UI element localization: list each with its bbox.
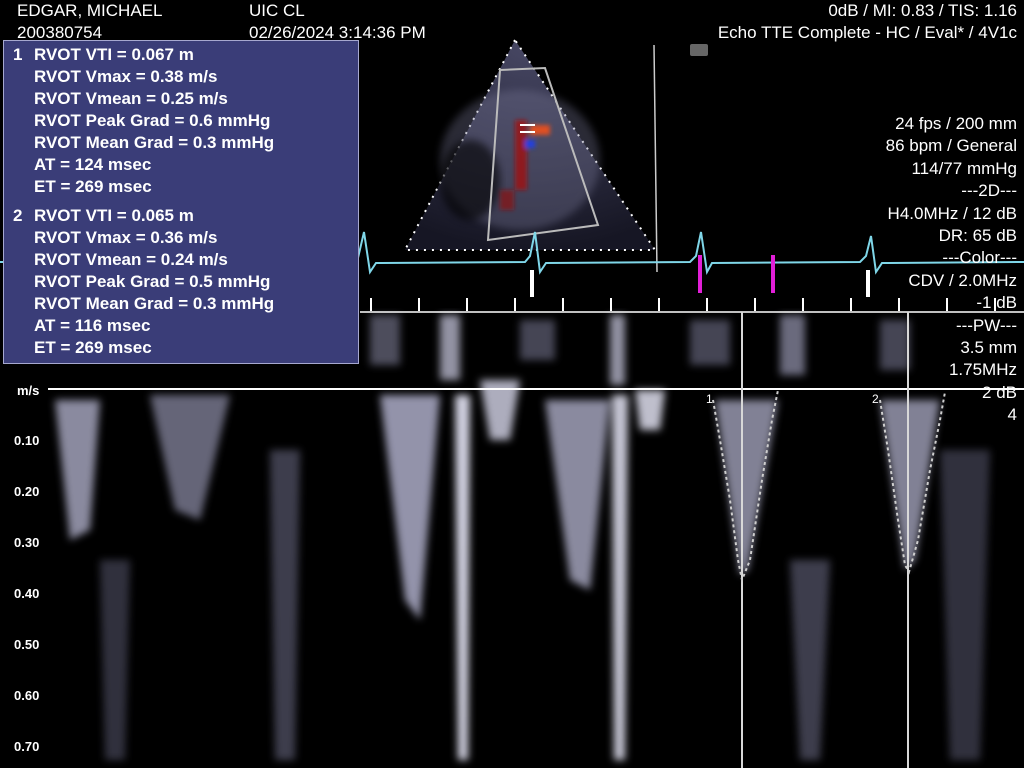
- param-2d-freq-gain: H4.0MHz / 12 dB: [887, 203, 1017, 223]
- velocity-tick: 0.10: [14, 433, 40, 448]
- velocity-tick: 0.40: [14, 586, 40, 601]
- m2-mean-grad: RVOT Mean Grad = 0.3 mmHg: [34, 294, 275, 313]
- spectral-waveforms: [55, 380, 990, 760]
- m1-vmean: RVOT Vmean = 0.25 m/s: [34, 89, 228, 108]
- m2-et: ET = 269 msec: [34, 338, 152, 357]
- m2-at: AT = 116 msec: [34, 316, 151, 335]
- param-pw-filter: 4: [1007, 405, 1017, 425]
- param-pw-gain: 2 dB: [982, 382, 1017, 402]
- m1-at: AT = 124 msec: [34, 155, 152, 174]
- imaging-parameters: 24 fps / 200 mm 86 bpm / General 114/77 …: [886, 113, 1017, 427]
- m1-mean-grad: RVOT Mean Grad = 0.3 mmHg: [34, 133, 275, 152]
- upper-doppler-strip: [370, 315, 910, 385]
- param-color-gain: -1 dB: [976, 293, 1017, 313]
- velocity-unit: m/s: [17, 383, 40, 398]
- trace-label-1: 1: [706, 392, 713, 406]
- velocity-tick: 0.70: [14, 739, 40, 754]
- m2-peak-grad: RVOT Peak Grad = 0.5 mmHg: [34, 272, 271, 291]
- param-section-pw: ---PW---: [955, 315, 1017, 335]
- exam-preset-line: Echo TTE Complete - HC / Eval* / 4V1c: [717, 23, 1017, 42]
- velocity-tick: 0.20: [14, 484, 40, 499]
- param-frame-rate: 24 fps / 200 mm: [895, 114, 1017, 133]
- velocity-tick: 0.30: [14, 535, 40, 550]
- output-power-line: 0dB / MI: 0.83 / TIS: 1.16: [828, 1, 1017, 20]
- m1-et: ET = 269 msec: [34, 177, 152, 196]
- m2-vti: RVOT VTI = 0.065 m: [34, 206, 194, 225]
- m2-vmean: RVOT Vmean = 0.24 m/s: [34, 250, 228, 269]
- param-section-color: ---Color---: [942, 248, 1017, 268]
- param-color-freq: CDV / 2.0MHz: [908, 270, 1017, 290]
- param-section-2d: ---2D---: [961, 181, 1017, 201]
- institution: UIC CL: [249, 1, 305, 20]
- measurement-index-2: 2: [13, 206, 23, 225]
- param-heart-rate: 86 bpm / General: [885, 136, 1017, 156]
- measurement-results-panel[interactable]: 1 RVOT VTI = 0.067 m RVOT Vmax = 0.38 m/…: [3, 40, 359, 364]
- m1-vti: RVOT VTI = 0.067 m: [34, 45, 194, 64]
- m1-peak-grad: RVOT Peak Grad = 0.6 mmHg: [34, 111, 271, 130]
- m1-vmax: RVOT Vmax = 0.38 m/s: [34, 67, 218, 86]
- param-dynamic-range: DR: 65 dB: [938, 226, 1017, 246]
- m2-vmax: RVOT Vmax = 0.36 m/s: [34, 228, 218, 247]
- orientation-marker-icon: [690, 44, 708, 56]
- sector-image: [403, 38, 708, 273]
- patient-name: EDGAR, MICHAEL: [17, 1, 163, 20]
- param-pw-freq: 1.75MHz: [948, 360, 1017, 380]
- measurement-index-1: 1: [13, 45, 23, 64]
- param-blood-pressure: 114/77 mmHg: [911, 158, 1017, 178]
- velocity-tick: 0.50: [14, 637, 40, 652]
- velocity-tick: 0.60: [14, 688, 40, 703]
- trace-label-2: 2: [872, 392, 879, 406]
- param-gate-size: 3.5 mm: [960, 338, 1017, 358]
- depth-line: [653, 44, 658, 273]
